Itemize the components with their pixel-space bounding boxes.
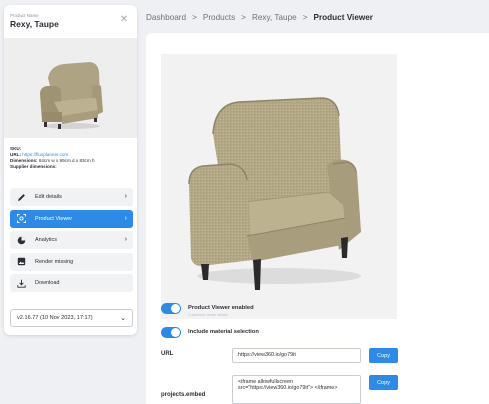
embed-code-input[interactable]: <iframe allowfullscreen src="https://vie…: [232, 375, 361, 404]
product-thumbnail: [4, 38, 137, 138]
breadcrumb-separator: >: [192, 13, 197, 22]
menu-item-render-missing[interactable]: Render missing: [10, 252, 133, 271]
material-selection-row: Include material selection: [161, 326, 259, 338]
material-selection-toggle[interactable]: [161, 326, 181, 338]
menu-item-label: Download: [35, 280, 60, 287]
breadcrumb-current: Product Viewer: [313, 13, 373, 22]
url-field-label: URL: [161, 351, 174, 357]
dimensions-value: 84cm w x 99cm d x 83cm h: [38, 158, 95, 163]
menu-item-product-viewer[interactable]: Product Viewer ›: [10, 209, 133, 228]
menu-item-label: Render missing: [35, 258, 74, 265]
product-details: SKU: URL: https://fluxplanner.com Dimens…: [10, 146, 95, 170]
menu-item-label: Analytics: [35, 237, 58, 244]
download-icon: [17, 279, 26, 288]
supplier-dimensions-label: Supplier dimensions:: [10, 164, 57, 169]
product-url-link[interactable]: https://fluxplanner.com: [22, 152, 68, 157]
menu-item-analytics[interactable]: Analytics ›: [10, 231, 133, 250]
version-selected-value: v2.16.77 (10 Nov 2023, 17:17): [17, 315, 93, 321]
close-icon[interactable]: ✕: [119, 15, 129, 25]
pencil-icon: [17, 193, 26, 202]
chevron-right-icon: ›: [124, 214, 127, 222]
breadcrumb-separator: >: [241, 13, 246, 22]
version-select[interactable]: v2.16.77 (10 Nov 2023, 17:17) ⌄: [10, 309, 133, 327]
menu-item-download[interactable]: Download: [10, 274, 133, 293]
chevron-right-icon: ›: [124, 193, 127, 200]
product-sidebar: Product Name Rexy, Taupe ✕ SKU: URL: htt…: [4, 5, 137, 335]
breadcrumb-product[interactable]: Rexy, Taupe: [252, 13, 297, 22]
material-selection-label: Include material selection: [188, 329, 259, 335]
menu-item-edit-details[interactable]: Edit details ›: [10, 188, 133, 206]
viewer-icon: [17, 214, 26, 224]
viewer-enabled-toggle[interactable]: [161, 302, 181, 314]
breadcrumb: Dashboard > Products > Rexy, Taupe > Pro…: [146, 13, 373, 22]
sku-label: SKU:: [10, 146, 22, 151]
viewer-enabled-subtext: Customize viewer details: [188, 313, 228, 317]
copy-url-button[interactable]: Copy: [369, 348, 398, 363]
breadcrumb-separator: >: [302, 13, 308, 22]
breadcrumb-dashboard[interactable]: Dashboard: [146, 13, 186, 22]
product-name: Rexy, Taupe: [10, 19, 59, 29]
chevron-right-icon: ›: [124, 236, 127, 244]
url-label: URL:: [10, 152, 21, 157]
product-menu: Edit details › Product Viewer › Analytic…: [10, 188, 133, 296]
product-viewer-panel: Product Viewer enabled Customize viewer …: [146, 33, 489, 404]
product-name-label: Product Name: [10, 13, 39, 18]
dimensions-label: Dimensions:: [10, 158, 38, 163]
url-input[interactable]: https://view360.io/go79it: [232, 348, 361, 363]
copy-embed-button[interactable]: Copy: [369, 375, 398, 390]
breadcrumb-products[interactable]: Products: [203, 13, 235, 22]
menu-item-label: Product Viewer: [35, 215, 73, 222]
embed-field-label: projects.embed: [161, 392, 206, 398]
menu-item-label: Edit details: [35, 194, 62, 200]
product-3d-viewer[interactable]: [161, 54, 397, 319]
image-icon: [17, 257, 26, 266]
pie-chart-icon: [17, 236, 26, 245]
viewer-enabled-label: Product Viewer enabled: [188, 305, 254, 311]
chevron-down-icon: ⌄: [120, 315, 126, 322]
